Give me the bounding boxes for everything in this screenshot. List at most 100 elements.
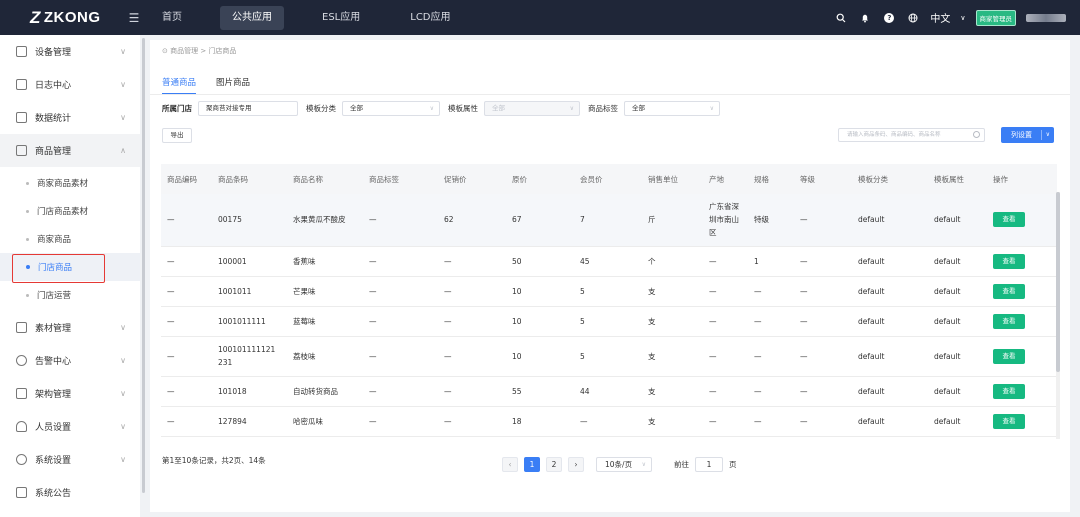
cell-text: — [167, 215, 175, 225]
logo[interactable]: Z ZKONG [0, 8, 118, 28]
chevron-down-icon: ∨ [641, 461, 646, 468]
sidebar-scrollbar[interactable] [142, 38, 145, 493]
language-selector[interactable]: 中文 [930, 10, 950, 25]
sidebar-item-alerts[interactable]: 告警中心 ∨ [0, 344, 140, 377]
table-cell: — [438, 336, 506, 377]
table-row[interactable]: — 100101111121231 荔枝味 — — 10 5 支 — — — default defau… [161, 336, 1057, 377]
next-page-button[interactable]: › [568, 457, 584, 472]
sidebar-item-announcements[interactable]: 系统公告 [0, 476, 140, 509]
sidebar-item-logs[interactable]: 日志中心 ∨ [0, 68, 140, 101]
tag-label: 商品标签 [588, 104, 618, 113]
table-cell: default [852, 276, 928, 307]
view-button[interactable]: 查看 [993, 348, 1025, 364]
sidebar-sub-store-material[interactable]: 门店商品素材 [0, 197, 140, 225]
role-badge: 商家管理员 [975, 9, 1016, 26]
table-cell: — [363, 194, 438, 247]
sidebar-item-architecture[interactable]: 架构管理 ∨ [0, 377, 140, 410]
search-icon[interactable] [973, 131, 980, 138]
topnav-lcd-apps[interactable]: LCD应用 [398, 6, 462, 30]
topnav-home[interactable]: 首页 [150, 6, 194, 30]
menu-toggle-icon[interactable]: ☰ [118, 11, 150, 25]
sidebar-item-staff[interactable]: 人员设置 ∨ [0, 410, 140, 443]
cell-text: default [858, 286, 885, 296]
sidebar-item-device[interactable]: 设备管理 ∨ [0, 35, 140, 68]
sidebar-sub-merchant-material[interactable]: 商家商品素材 [0, 169, 140, 197]
sidebar-item-label: 告警中心 [35, 357, 72, 367]
pagination: ‹ 1 2 › 10条/页 ∨ 前往 1 页 [502, 457, 737, 472]
page-size-value: 10条/页 [605, 460, 633, 469]
table-row[interactable]: — 1001011 芒果味 — — 10 5 支 — — — default default 查看 [161, 276, 1057, 307]
bullet-icon [26, 209, 29, 213]
sidebar-item-label: 系统设置 [35, 456, 72, 466]
page-size-select[interactable]: 10条/页 ∨ [596, 457, 652, 472]
chevron-down-icon: ∨ [960, 13, 966, 22]
cell-text: 哈密瓜味 [293, 416, 323, 426]
cell-text: — [167, 386, 175, 396]
barcode-icon [16, 46, 27, 57]
cell-text: — [369, 316, 377, 326]
attr-value: 全部 [492, 104, 505, 112]
table-cell: default [928, 336, 987, 377]
chevron-down-icon[interactable]: ∨ [1046, 127, 1050, 143]
tag-select[interactable]: 全部 ∨ [624, 101, 720, 116]
table-scrollbar-thumb[interactable] [1056, 192, 1060, 372]
attr-select[interactable]: 全部 ∨ [484, 101, 580, 116]
table-row[interactable]: — 101018 自动转货商品 — — 55 44 支 — — — default default 查看 [161, 376, 1057, 407]
cart-icon [16, 145, 27, 156]
view-button[interactable]: 查看 [993, 413, 1025, 429]
globe-icon[interactable] [906, 11, 920, 25]
prev-page-button[interactable]: ‹ [502, 457, 518, 472]
view-button[interactable]: 查看 [993, 283, 1025, 299]
tab-normal-products[interactable]: 普通商品 [162, 76, 197, 94]
page-button[interactable]: 1 [524, 457, 540, 472]
table-cell: 斤 [642, 194, 703, 247]
bell-icon[interactable] [858, 11, 872, 25]
location-icon: ⊙ [162, 47, 171, 55]
sidebar-item-label: 数据统计 [35, 114, 72, 124]
view-button[interactable]: 查看 [993, 212, 1025, 228]
cell-text: — [167, 256, 175, 266]
search-input[interactable]: 请输入商品条码、商品编码、商品名称 [838, 128, 985, 142]
view-button[interactable]: 查看 [993, 253, 1025, 269]
sidebar-sub-merchant-products[interactable]: 商家商品 [0, 225, 140, 253]
sidebar-item-products[interactable]: 商品管理 ∧ [0, 134, 140, 167]
table-cell: — [703, 306, 748, 337]
goto-input[interactable]: 1 [695, 457, 723, 472]
cell-text: 支 [648, 316, 656, 326]
column-settings-button[interactable]: 列设置 ∨ [1001, 127, 1054, 143]
store-input[interactable]: 聚商苔对接专用 [198, 101, 298, 116]
view-button[interactable]: 查看 [993, 383, 1025, 399]
table-cell: 10 [506, 276, 574, 307]
view-button[interactable]: 查看 [993, 313, 1025, 329]
table-row[interactable]: — 127894 哈密瓜味 — — 18 — 支 — — — default default 查看 [161, 406, 1057, 437]
tab-image-products[interactable]: 图片商品 [216, 76, 250, 94]
table-row[interactable]: — 100001 香蕉味 — — 50 45 个 — 1 — default default 查看 [161, 246, 1057, 277]
page-button[interactable]: 2 [546, 457, 562, 472]
help-icon[interactable]: ? [882, 11, 896, 25]
record-summary: 第1至10条记录，共2页、14条 [162, 456, 266, 465]
cell-text: 5 [580, 316, 585, 326]
cell-text: 特级 [754, 215, 769, 225]
cell-text: 1001011 [218, 286, 252, 296]
table-row[interactable]: — 1001011111 蓝莓味 — — 10 5 支 — — — default default 查看 [161, 306, 1057, 337]
cell-text: 55 [512, 386, 522, 396]
topnav-public-apps[interactable]: 公共应用 [220, 5, 284, 30]
table-cell: default [852, 194, 928, 247]
table-cell: 5 [574, 306, 642, 337]
sidebar-item-system-settings[interactable]: 系统设置 ∨ [0, 443, 140, 476]
cell-text: — [369, 286, 377, 296]
table-cell: default [928, 194, 987, 247]
category-select[interactable]: 全部 ∨ [342, 101, 440, 116]
button-divider [1041, 130, 1042, 140]
table-row[interactable]: — 00175 水果黄瓜不酸皮 — 62 67 7 斤 广东省深圳市南山区 特级 — default d… [161, 194, 1057, 247]
table-cell: 127894 [212, 406, 287, 437]
table-cell: — [363, 246, 438, 277]
sidebar-sub-store-operations[interactable]: 门店运营 [0, 281, 140, 309]
search-icon[interactable] [834, 11, 848, 25]
sidebar-sub-label: 商家商品 [37, 235, 72, 245]
user-name-blurred[interactable] [1026, 13, 1066, 22]
sidebar-item-materials[interactable]: 素材管理 ∨ [0, 311, 140, 344]
export-button[interactable]: 导出 [162, 128, 192, 143]
sidebar-item-stats[interactable]: 数据统计 ∨ [0, 101, 140, 134]
topnav-esl-apps[interactable]: ESL应用 [310, 6, 372, 30]
